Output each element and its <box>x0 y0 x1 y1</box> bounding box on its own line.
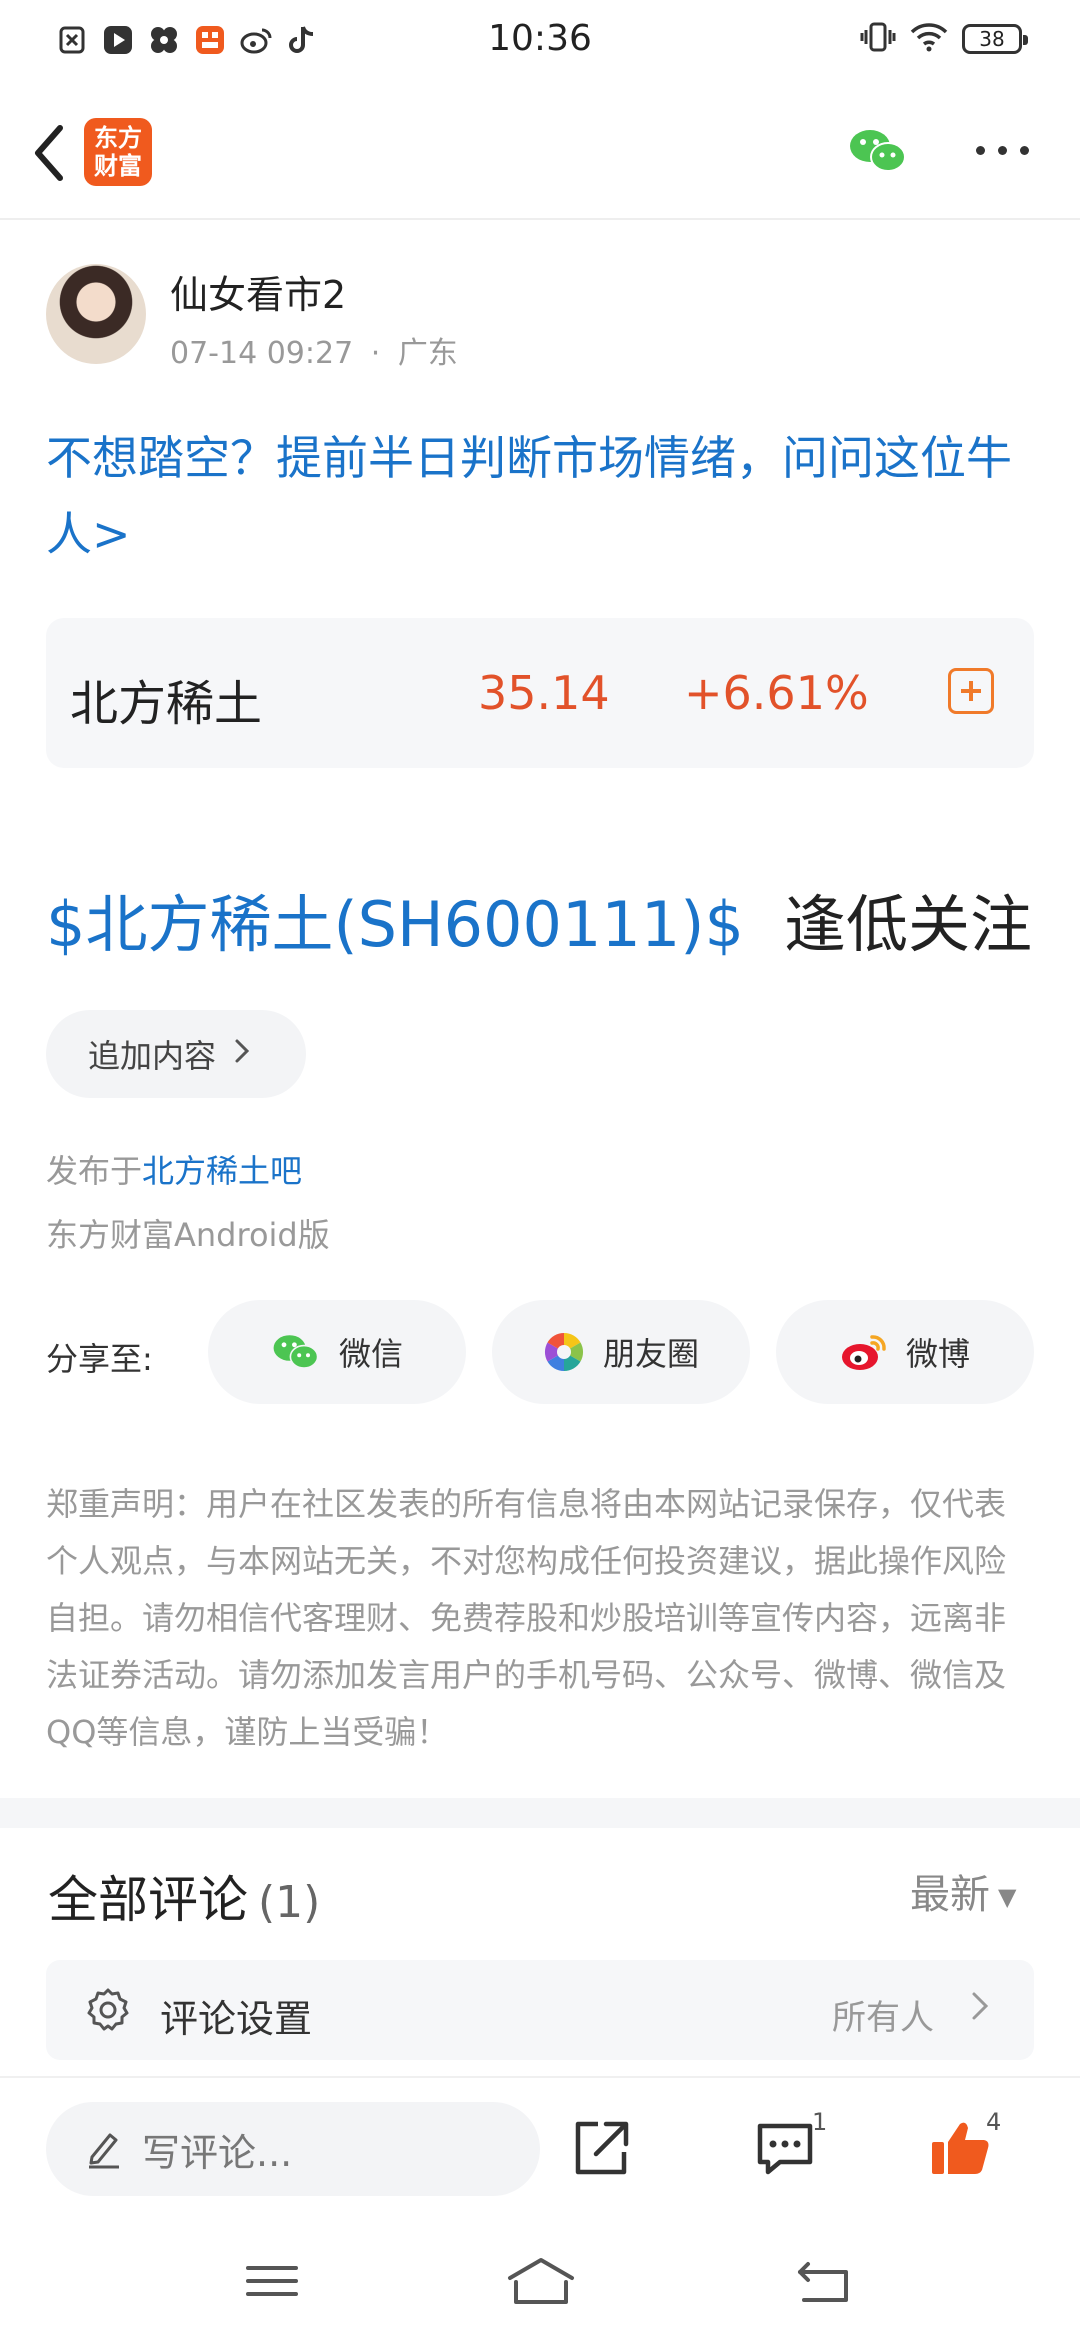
stock-tag-link[interactable]: $北方稀土(SH600111)$ <box>46 888 744 961</box>
bottom-action-bar: 写评论... 1 4 <box>0 2076 1080 2216</box>
share-wechat-button[interactable]: 微信 <box>208 1300 466 1404</box>
author-header: 仙女看市2 07-14 09:27 · 广东 <box>46 264 1046 371</box>
more-dot <box>975 145 985 155</box>
logo-text-line1: 东方 <box>94 124 142 152</box>
top-nav-bar: 东方 财富 <box>0 84 1080 220</box>
comment-bubble-icon <box>757 2123 813 2175</box>
stock-name: 北方稀土 <box>70 676 263 732</box>
sort-dropdown[interactable]: 最新 ▼ <box>910 1862 1016 1920</box>
share-label: 分享至: <box>46 1340 153 1378</box>
more-dot <box>997 145 1007 155</box>
menu-lines-icon <box>246 2266 298 2296</box>
write-comment-placeholder: 写评论... <box>142 2130 293 2175</box>
post-meta: 07-14 09:27 · 广东 <box>170 328 458 372</box>
share-weibo-button[interactable]: 微博 <box>776 1300 1034 1404</box>
comments-title: 全部评论 <box>48 1871 248 1929</box>
home-nav-button[interactable] <box>506 2256 576 2306</box>
back-button[interactable] <box>24 118 84 188</box>
home-icon <box>508 2258 574 2304</box>
published-prefix: 发布于 <box>46 1152 143 1190</box>
chevron-right-icon <box>234 1037 250 1072</box>
stock-quote-card[interactable]: 北方稀土 35.14 +6.61% <box>46 618 1034 768</box>
stock-price: 35.14 <box>478 666 610 720</box>
share-moments-button[interactable]: 朋友圈 <box>492 1300 750 1404</box>
back-nav-button[interactable] <box>794 2256 854 2306</box>
battery-icon: 38 <box>962 24 1028 54</box>
menu-nav-button[interactable] <box>242 2256 302 2306</box>
comment-button[interactable] <box>754 2118 816 2178</box>
stock-bar-link[interactable]: 北方稀土吧 <box>142 1152 302 1190</box>
section-divider <box>0 1798 1080 1828</box>
add-watchlist-icon[interactable] <box>948 668 994 714</box>
back-arrow-icon <box>798 2262 848 2302</box>
promo-link[interactable]: 不想踏空？提前半日判断市场情绪，问问这位牛人> <box>46 420 1046 572</box>
wechat-share-button[interactable] <box>848 126 908 176</box>
comment-settings-row[interactable]: 评论设置 所有人 <box>46 1960 1034 2060</box>
comments-count: (1) <box>258 1877 321 1928</box>
post-time: 07-14 09:27 <box>170 336 354 371</box>
stock-change: +6.61% <box>684 666 869 720</box>
comment-settings-value: 所有人 <box>832 1998 934 2038</box>
pencil-icon <box>89 2133 119 2169</box>
post-text: 逢低关注 <box>783 888 1032 961</box>
share-button[interactable] <box>570 2118 632 2178</box>
share-moments-label: 朋友圈 <box>602 1335 699 1373</box>
comment-count-badge: 1 <box>812 2108 828 2136</box>
share-wechat-label: 微信 <box>338 1335 403 1373</box>
thumbs-up-icon <box>932 2122 989 2174</box>
moments-aperture-icon <box>544 1333 584 1371</box>
post-location: 广东 <box>397 336 458 371</box>
status-bar-system-icons: 38 <box>860 22 1028 56</box>
client-info: 东方财富Android版 <box>46 1216 330 1254</box>
app-logo: 东方 财富 <box>84 118 152 186</box>
triangle-down-icon: ▼ <box>998 1883 1017 1911</box>
comments-header: 全部评论 (1) <box>48 1860 320 1932</box>
post-body: $北方稀土(SH600111)$ 逢低关注 <box>46 874 1032 964</box>
chevron-right-icon <box>970 1984 990 2038</box>
sort-label: 最新 <box>910 1872 990 1918</box>
published-in: 发布于北方稀土吧 <box>46 1146 302 1192</box>
status-bar: 10:36 38 <box>0 0 1080 84</box>
vibrate-icon <box>860 22 896 56</box>
disclaimer-text: 郑重声明：用户在社区发表的所有信息将由本网站记录保存，仅代表个人观点，与本网站无… <box>46 1485 1007 1751</box>
more-dot <box>1019 145 1029 155</box>
comment-settings-label: 评论设置 <box>160 1997 313 2041</box>
meta-separator: · <box>370 336 381 371</box>
logo-text-line2: 财富 <box>94 152 142 180</box>
share-weibo-label: 微博 <box>905 1335 970 1373</box>
avatar[interactable] <box>46 264 146 364</box>
author-name[interactable]: 仙女看市2 <box>170 264 346 319</box>
add-content-label: 追加内容 <box>88 1037 217 1075</box>
write-comment-input[interactable]: 写评论... <box>46 2102 540 2196</box>
share-out-icon <box>575 2121 629 2175</box>
weibo-icon <box>841 1335 886 1370</box>
gear-icon <box>84 1986 132 2034</box>
add-content-button[interactable]: 追加内容 <box>46 1010 306 1098</box>
more-options-button[interactable] <box>972 138 1032 162</box>
wechat-icon <box>850 130 906 172</box>
like-count-badge: 4 <box>986 2108 1002 2136</box>
system-navigation-bar <box>0 2216 1080 2340</box>
like-button[interactable] <box>930 2118 992 2178</box>
wechat-icon <box>273 1335 319 1369</box>
wifi-icon <box>910 22 948 56</box>
chevron-left-icon <box>35 125 63 181</box>
